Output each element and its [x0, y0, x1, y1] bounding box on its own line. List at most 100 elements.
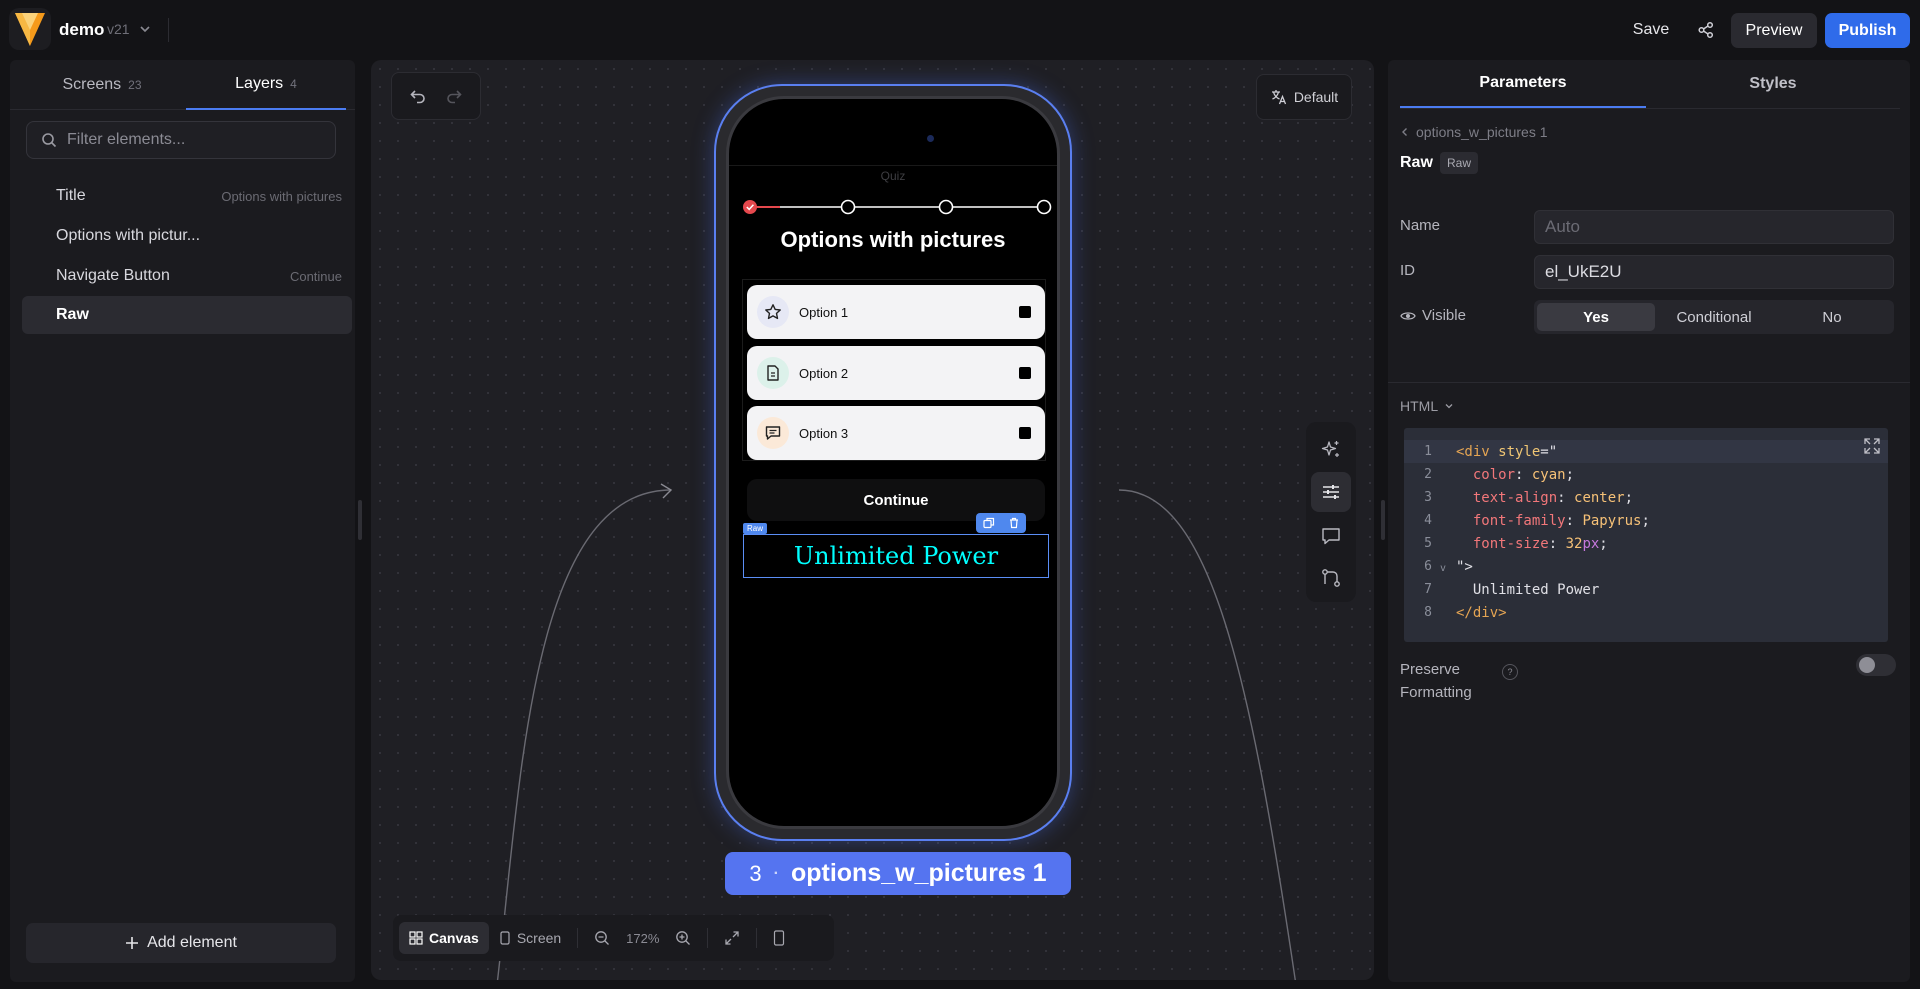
- option-checkbox[interactable]: [1019, 427, 1031, 439]
- zoom-in-button[interactable]: [665, 922, 701, 954]
- preview-button[interactable]: Preview: [1731, 13, 1817, 48]
- ai-assist-button[interactable]: [1311, 430, 1351, 470]
- option-checkbox[interactable]: [1019, 367, 1031, 379]
- raw-element-selected[interactable]: Unlimited Power: [743, 534, 1049, 578]
- option-label: Option 1: [799, 304, 849, 320]
- save-button[interactable]: Save: [1622, 14, 1680, 46]
- option-icon-wrap: [757, 417, 789, 449]
- add-element-button[interactable]: Add element: [26, 923, 336, 963]
- logo-icon: [15, 13, 45, 46]
- star-icon: [765, 304, 781, 320]
- language-label: Default: [1293, 89, 1339, 105]
- html-code-editor[interactable]: 1 <div style=" 2 color: cyan; 3 text-ali…: [1404, 428, 1888, 642]
- tab-parameters[interactable]: Parameters: [1400, 60, 1646, 108]
- tab-screens[interactable]: Screens 23: [32, 60, 172, 110]
- name-input[interactable]: [1545, 217, 1875, 237]
- project-name[interactable]: demo: [59, 20, 104, 40]
- code-token: color: [1472, 466, 1516, 483]
- layer-item-options[interactable]: Options with pictur...: [22, 217, 352, 255]
- code-text: <div style=": [1438, 444, 1557, 460]
- document-icon: [767, 365, 779, 381]
- publish-button[interactable]: Publish: [1825, 13, 1910, 48]
- screen-mode-button[interactable]: Screen: [489, 922, 571, 954]
- duplicate-icon[interactable]: [982, 517, 995, 529]
- screen-title[interactable]: Options with pictures: [729, 227, 1057, 253]
- code-line: 5 font-size: 32px;: [1404, 532, 1888, 555]
- language-button[interactable]: Default: [1256, 74, 1352, 120]
- id-field: [1534, 255, 1894, 289]
- left-tabs: Screens 23 Layers 4: [10, 60, 355, 110]
- code-token: =": [1540, 443, 1558, 460]
- tab-label: Screens: [62, 76, 122, 93]
- raw-element-toolbar: [976, 513, 1026, 533]
- help-icon[interactable]: ?: [1502, 664, 1518, 680]
- project-version[interactable]: v21: [107, 21, 130, 37]
- option-3[interactable]: Option 3: [747, 406, 1045, 460]
- option-icon-wrap: [757, 296, 789, 328]
- option-1[interactable]: Option 1: [747, 285, 1045, 339]
- canvas-bottom-bar: Canvas Screen 172%: [393, 915, 834, 961]
- canvas-mode-button[interactable]: Canvas: [399, 922, 489, 954]
- trash-icon[interactable]: [1008, 517, 1020, 529]
- add-element-label: Add element: [147, 934, 237, 951]
- left-resize-handle[interactable]: [358, 500, 362, 540]
- incoming-connector: [496, 489, 672, 980]
- phone-screen: Quiz Options with pictures Option 1 Opti…: [726, 96, 1060, 829]
- redo-icon[interactable]: [445, 87, 463, 105]
- divider: [1388, 382, 1910, 383]
- visible-option-no[interactable]: No: [1773, 303, 1891, 331]
- breadcrumb[interactable]: options_w_pictures 1: [1400, 124, 1548, 140]
- tab-layers[interactable]: Layers 4: [186, 60, 346, 110]
- message-icon: [765, 426, 781, 440]
- fullscreen-icon[interactable]: [1862, 436, 1882, 456]
- git-branch-icon: [1322, 569, 1340, 587]
- line-number-text: 6: [1424, 559, 1432, 574]
- option-icon-wrap: [757, 357, 789, 389]
- zoom-out-button[interactable]: [584, 922, 620, 954]
- parameters-button[interactable]: [1311, 472, 1351, 512]
- screen-name-badge[interactable]: 3 · options_w_pictures 1: [725, 852, 1071, 895]
- tab-styles[interactable]: Styles: [1650, 60, 1896, 108]
- camera-dot: [927, 135, 934, 142]
- canvas-mode-label: Canvas: [429, 930, 479, 946]
- visible-option-yes[interactable]: Yes: [1537, 303, 1655, 331]
- id-input[interactable]: [1545, 262, 1875, 282]
- undo-icon[interactable]: [409, 87, 427, 105]
- zoom-out-icon: [595, 931, 610, 945]
- layer-item-navigate-button[interactable]: Navigate Button Continue: [22, 257, 352, 295]
- layer-item-raw[interactable]: Raw: [22, 296, 352, 334]
- share-button[interactable]: [1692, 16, 1720, 44]
- line-number: 1: [1424, 444, 1432, 459]
- share-icon: [1698, 21, 1714, 39]
- phone-frame[interactable]: Quiz Options with pictures Option 1 Opti…: [714, 84, 1072, 841]
- top-bar: demo v21 Save Preview Publish: [0, 0, 1920, 60]
- option-2[interactable]: Option 2: [747, 346, 1045, 400]
- app-logo[interactable]: [9, 8, 51, 50]
- chevron-down-icon[interactable]: [138, 22, 152, 36]
- html-section-toggle[interactable]: HTML: [1400, 398, 1454, 414]
- line-number: 3: [1424, 490, 1432, 505]
- fold-chevron-icon[interactable]: v: [1440, 563, 1446, 574]
- filter-box: [26, 121, 336, 159]
- element-title: Raw: [1400, 154, 1433, 171]
- line-number: 2: [1424, 467, 1432, 482]
- option-checkbox[interactable]: [1019, 306, 1031, 318]
- raw-element-text: Unlimited Power: [793, 542, 999, 570]
- history-controls: [391, 72, 481, 120]
- comments-button[interactable]: [1311, 516, 1351, 556]
- layer-item-title[interactable]: Title Options with pictures: [22, 177, 352, 215]
- code-text: font-family: Papyrus;: [1472, 512, 1650, 529]
- right-resize-handle[interactable]: [1381, 500, 1385, 540]
- fit-screen-button[interactable]: [714, 922, 750, 954]
- visible-option-conditional[interactable]: Conditional: [1655, 303, 1773, 331]
- preserve-formatting-toggle[interactable]: [1856, 654, 1896, 676]
- comment-icon: [1322, 528, 1340, 545]
- code-token: text-align: [1472, 489, 1558, 506]
- tab-count: 23: [128, 78, 142, 92]
- filter-input[interactable]: [67, 131, 317, 149]
- html-label: HTML: [1400, 398, 1439, 414]
- logic-button[interactable]: [1311, 558, 1351, 598]
- canvas[interactable]: Default Quiz Options with pictures Optio…: [371, 60, 1374, 980]
- device-button[interactable]: [763, 922, 795, 954]
- code-token: <div: [1456, 443, 1490, 460]
